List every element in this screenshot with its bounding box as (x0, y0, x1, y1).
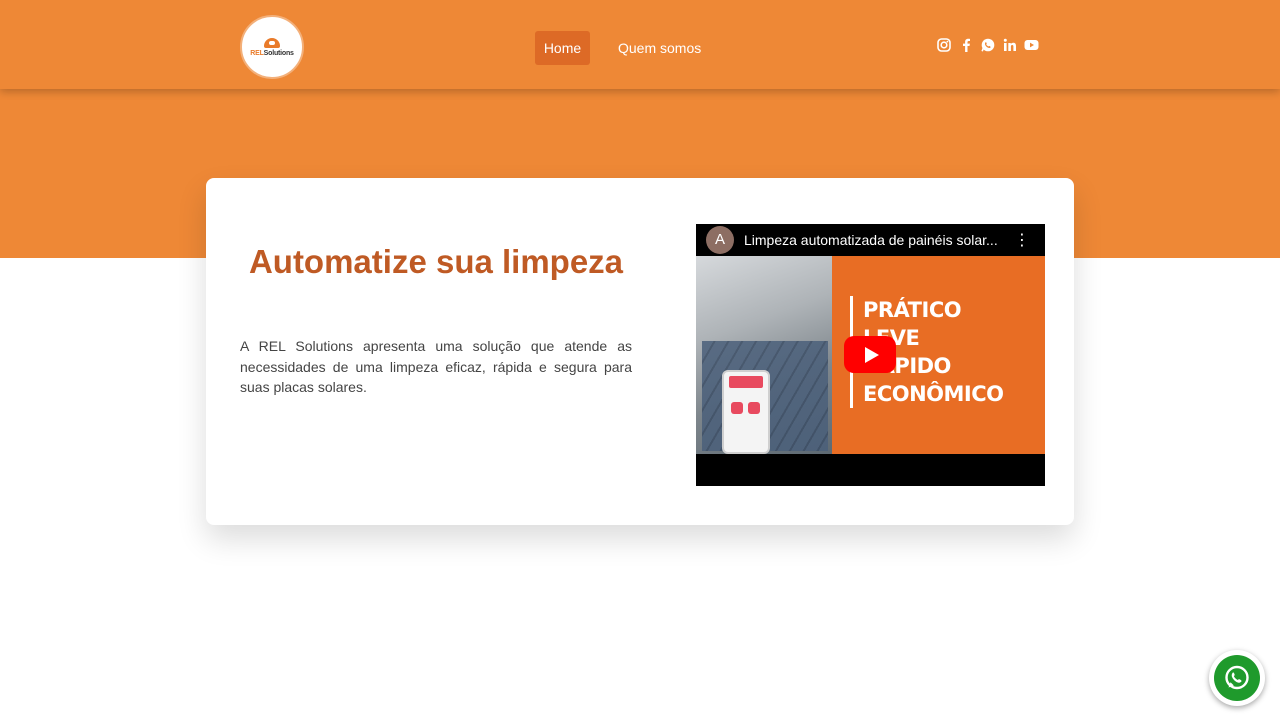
hero-title: Automatize sua limpeza (248, 243, 624, 280)
facebook-icon[interactable] (958, 38, 973, 56)
more-options-icon[interactable]: ⋮ (1014, 230, 1030, 250)
hero-description: A REL Solutions apresenta uma solução qu… (240, 338, 632, 395)
navbar: RELSolutions Home Quem somos (0, 0, 1280, 89)
hero-card: Automatize sua limpeza A REL Solutions a… (206, 178, 1074, 525)
nav-home[interactable]: Home (535, 31, 590, 65)
youtube-video-embed[interactable]: PRÁTICO LEVE RÁPIDO ECONÔMICO A Limpeza … (696, 224, 1045, 486)
thumbnail-phone (722, 370, 770, 454)
instagram-icon[interactable] (936, 38, 951, 56)
video-title[interactable]: Limpeza automatizada de painéis solar... (744, 232, 1006, 248)
nav-quem-somos[interactable]: Quem somos (618, 31, 701, 65)
whatsapp-float-button[interactable] (1209, 650, 1265, 706)
social-links (936, 38, 1039, 56)
thumbnail-word: ECONÔMICO (863, 382, 1004, 406)
thumbnail-word: PRÁTICO (863, 298, 962, 322)
video-header: A Limpeza automatizada de painéis solar.… (696, 224, 1045, 256)
linkedin-icon[interactable] (1002, 38, 1017, 56)
whatsapp-icon (1214, 655, 1260, 701)
whatsapp-icon[interactable] (980, 38, 995, 56)
logo-mark-icon (264, 37, 280, 48)
site-logo[interactable]: RELSolutions (240, 15, 304, 79)
youtube-icon[interactable] (1024, 38, 1039, 56)
channel-avatar[interactable]: A (706, 226, 734, 254)
play-button-icon[interactable] (844, 336, 896, 373)
logo-text: RELSolutions (250, 49, 294, 57)
